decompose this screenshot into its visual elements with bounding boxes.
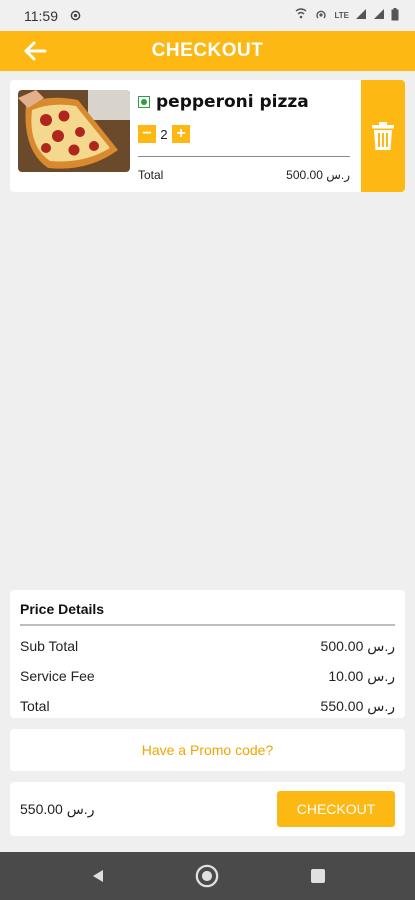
checkout-bar: 550.00 ر.س CHECKOUT	[10, 782, 405, 836]
price-label: Sub Total	[20, 638, 79, 654]
price-value: 10.00 ر.س	[328, 668, 395, 684]
nav-recents-icon	[311, 869, 325, 883]
price-divider	[20, 624, 395, 626]
item-total-value: 500.00 ر.س	[286, 168, 350, 182]
nav-back-button[interactable]	[86, 864, 110, 888]
item-image	[18, 90, 130, 172]
quantity-value: 2	[160, 126, 168, 142]
nav-back-icon	[93, 870, 103, 882]
cart-item: pepperoni pizza − 2 + Total 500.00 ر.س	[10, 80, 405, 192]
hotspot-icon	[314, 8, 328, 23]
system-nav-bar	[0, 852, 415, 900]
price-details-title: Price Details	[20, 601, 105, 617]
item-total-label: Total	[138, 168, 164, 182]
back-button[interactable]	[20, 37, 50, 65]
trash-icon	[372, 122, 394, 150]
price-row-total: Total 550.00 ر.س	[20, 698, 395, 715]
item-name: pepperoni pizza	[156, 92, 309, 112]
price-value: 550.00 ر.س	[320, 698, 395, 714]
veg-indicator-icon	[138, 96, 150, 108]
wifi-calling-icon	[294, 8, 308, 23]
checkout-button[interactable]: CHECKOUT	[277, 791, 395, 827]
battery-icon	[391, 7, 399, 24]
signal-icon	[355, 8, 367, 23]
page-title: CHECKOUT	[151, 40, 264, 61]
notification-icon	[70, 8, 81, 24]
status-right: LTE	[294, 7, 399, 24]
price-row-service-fee: Service Fee 10.00 ر.س	[20, 668, 395, 685]
nav-home-button[interactable]	[195, 864, 219, 888]
price-row-subtotal: Sub Total 500.00 ر.س	[20, 638, 395, 655]
arrow-left-icon	[24, 41, 47, 61]
app-bar: CHECKOUT	[0, 31, 415, 71]
price-details: Price Details Sub Total 500.00 ر.س Servi…	[10, 590, 405, 718]
price-label: Service Fee	[20, 668, 95, 684]
nav-recents-button[interactable]	[306, 864, 330, 888]
price-value: 500.00 ر.س	[320, 638, 395, 654]
quantity-stepper: − 2 +	[138, 125, 190, 143]
promo-code-button[interactable]: Have a Promo code?	[10, 729, 405, 771]
signal-icon	[373, 8, 385, 23]
lte-label: LTE	[334, 11, 349, 20]
status-time: 11:59	[24, 7, 58, 24]
price-label: Total	[20, 698, 50, 714]
item-divider	[138, 156, 350, 157]
status-bar: 11:59 LTE	[0, 0, 415, 31]
increase-quantity-button[interactable]: +	[172, 125, 190, 143]
decrease-quantity-button[interactable]: −	[138, 125, 156, 143]
checkout-total: 550.00 ر.س	[20, 801, 95, 817]
lte-signal-icon: LTE	[334, 10, 349, 21]
nav-home-icon	[195, 864, 219, 888]
promo-code-label: Have a Promo code?	[141, 742, 274, 758]
delete-item-button[interactable]	[361, 80, 405, 192]
status-left: 11:59	[24, 8, 81, 24]
